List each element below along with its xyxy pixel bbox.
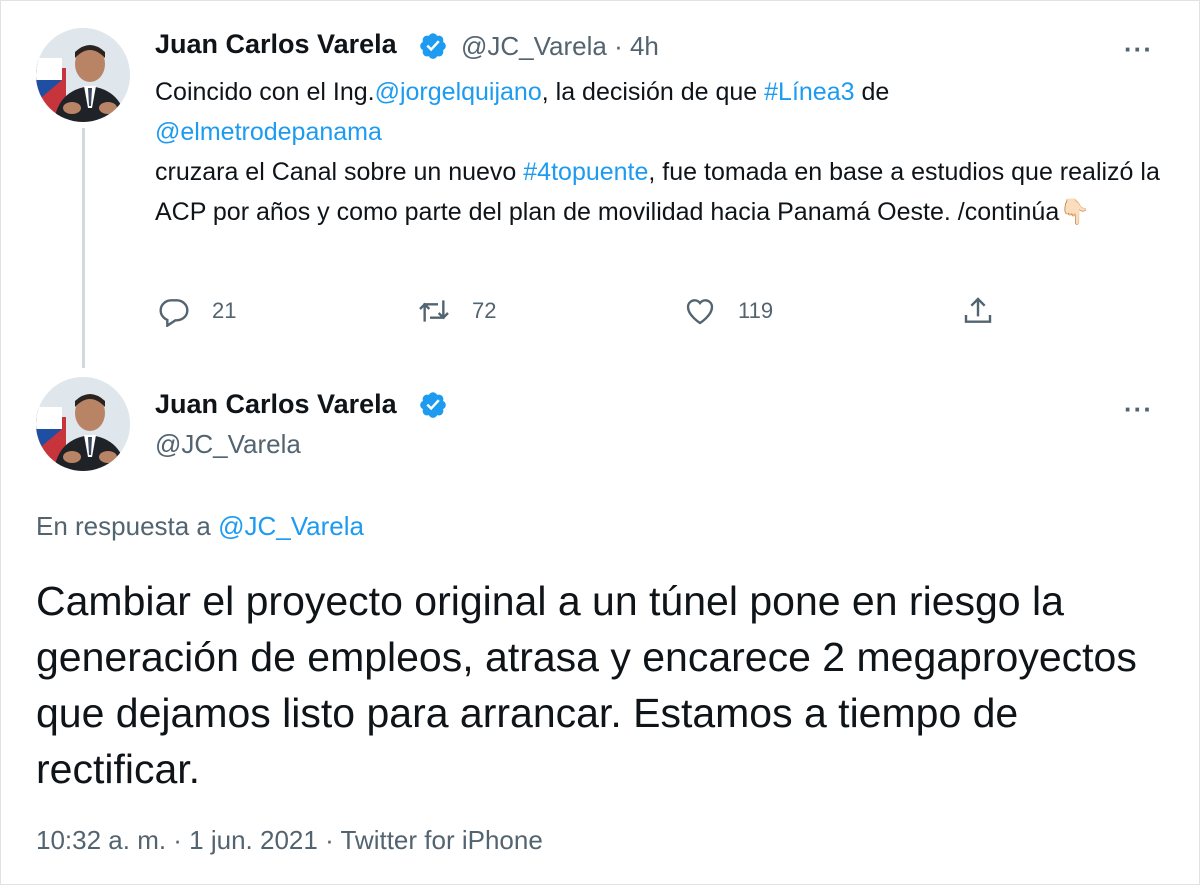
reply-to-handle-link[interactable]: @JC_Varela (218, 511, 364, 541)
tweet-actions: 21 72 119 (0, 295, 1200, 335)
like-count: 119 (738, 298, 774, 323)
tweet-main-text: Cambiar el proyecto original a un túnel … (36, 578, 1137, 792)
verified-badge-icon (420, 392, 446, 418)
retweet-button[interactable]: 72 (418, 295, 496, 327)
like-button[interactable]: 119 (684, 295, 773, 327)
avatar[interactable] (36, 28, 130, 122)
reply-to-line: En respuesta a @JC_Varela (36, 511, 364, 542)
author-handle[interactable]: @JC_Varela (155, 429, 301, 460)
hashtag-link[interactable]: #4topuente (523, 158, 648, 186)
tweet-time[interactable]: 4h (630, 31, 659, 61)
tweet-handle-and-time: @JC_Varela · 4h (461, 31, 659, 62)
author-name[interactable]: Juan Carlos Varela (155, 389, 397, 420)
text-part: cruzara el Canal sobre un nuevo (155, 158, 524, 186)
tweet-text: Coincido con el Ing.@jorgelquijano, la d… (155, 72, 1165, 232)
share-icon (964, 297, 992, 323)
pointing-down-emoji: 👇🏻 (1059, 198, 1091, 226)
more-icon[interactable]: ··· (1124, 36, 1153, 62)
share-button[interactable] (962, 295, 994, 327)
reply-icon (159, 299, 189, 327)
hashtag-link[interactable]: #Línea3 (764, 78, 854, 106)
text-part: Coincido con el Ing. (155, 78, 375, 106)
retweet-icon (419, 300, 449, 322)
reply-button[interactable]: 21 (158, 295, 236, 327)
avatar-photo (36, 28, 130, 122)
text-part: , la decisión de que (541, 78, 765, 106)
like-icon (686, 299, 714, 325)
text-part: de (854, 78, 890, 106)
mention-link[interactable]: @jorgelquijano (375, 78, 542, 106)
tweet-timestamp-source[interactable]: 10:32 a. m. · 1 jun. 2021 · Twitter for … (36, 825, 543, 856)
reply-to-prefix: En respuesta a (36, 511, 219, 541)
author-handle[interactable]: @JC_Varela (461, 31, 607, 61)
reply-count: 21 (212, 298, 237, 323)
avatar[interactable] (36, 377, 130, 471)
avatar-photo (36, 377, 130, 471)
mention-link[interactable]: @elmetrodepanama (155, 118, 382, 146)
more-icon[interactable]: ··· (1124, 396, 1153, 422)
author-name[interactable]: Juan Carlos Varela (155, 29, 397, 60)
separator: · (606, 31, 630, 61)
verified-badge-icon (420, 33, 446, 59)
retweet-count: 72 (472, 298, 497, 323)
